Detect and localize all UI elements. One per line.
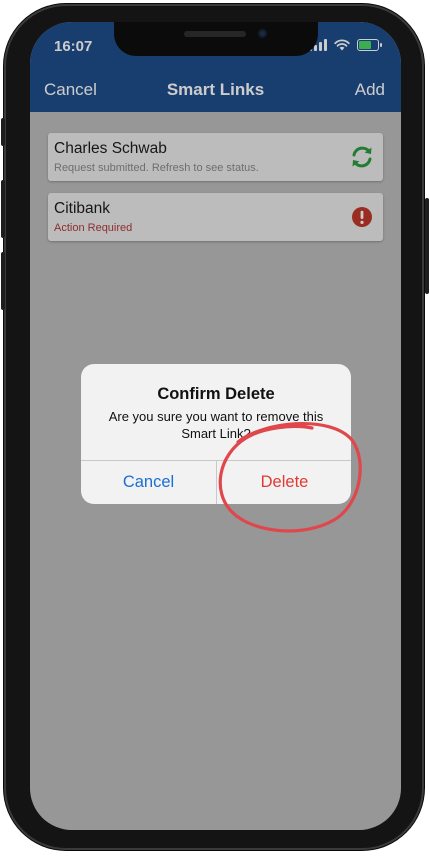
- camera-icon: [258, 29, 267, 38]
- volume-down-button: [1, 252, 5, 310]
- dialog-message: Are you sure you want to remove this Sma…: [108, 409, 324, 441]
- notch: [114, 22, 318, 56]
- dialog-cancel-button[interactable]: Cancel: [81, 461, 216, 504]
- power-button: [425, 198, 429, 294]
- volume-up-button: [1, 180, 5, 238]
- confirm-delete-dialog: Confirm Delete Are you sure you want to …: [81, 364, 351, 504]
- speaker-grille: [184, 31, 246, 37]
- mute-switch: [1, 118, 5, 146]
- dialog-delete-button[interactable]: Delete: [217, 461, 351, 504]
- phone-screen: 16:07 Cancel Smart Links Add Charles Sch…: [30, 22, 401, 830]
- dialog-title: Confirm Delete: [157, 385, 275, 403]
